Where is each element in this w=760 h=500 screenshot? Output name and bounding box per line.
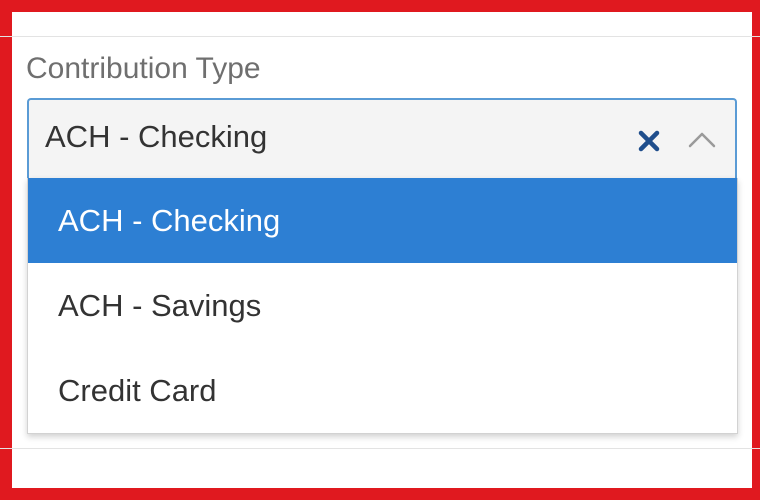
- option-ach-savings[interactable]: ACH - Savings: [28, 263, 737, 348]
- contribution-type-label: Contribution Type: [26, 52, 261, 85]
- dropdown-menu: ACH - Checking ACH - Savings Credit Card: [27, 178, 738, 434]
- divider: [0, 448, 760, 449]
- divider: [0, 36, 760, 37]
- clear-icon[interactable]: [634, 126, 664, 156]
- selected-value: ACH - Checking: [45, 119, 268, 154]
- contribution-type-select[interactable]: ACH - Checking: [27, 98, 737, 178]
- option-ach-checking[interactable]: ACH - Checking: [28, 178, 737, 263]
- chevron-up-icon[interactable]: [685, 126, 719, 152]
- option-credit-card[interactable]: Credit Card: [28, 348, 737, 433]
